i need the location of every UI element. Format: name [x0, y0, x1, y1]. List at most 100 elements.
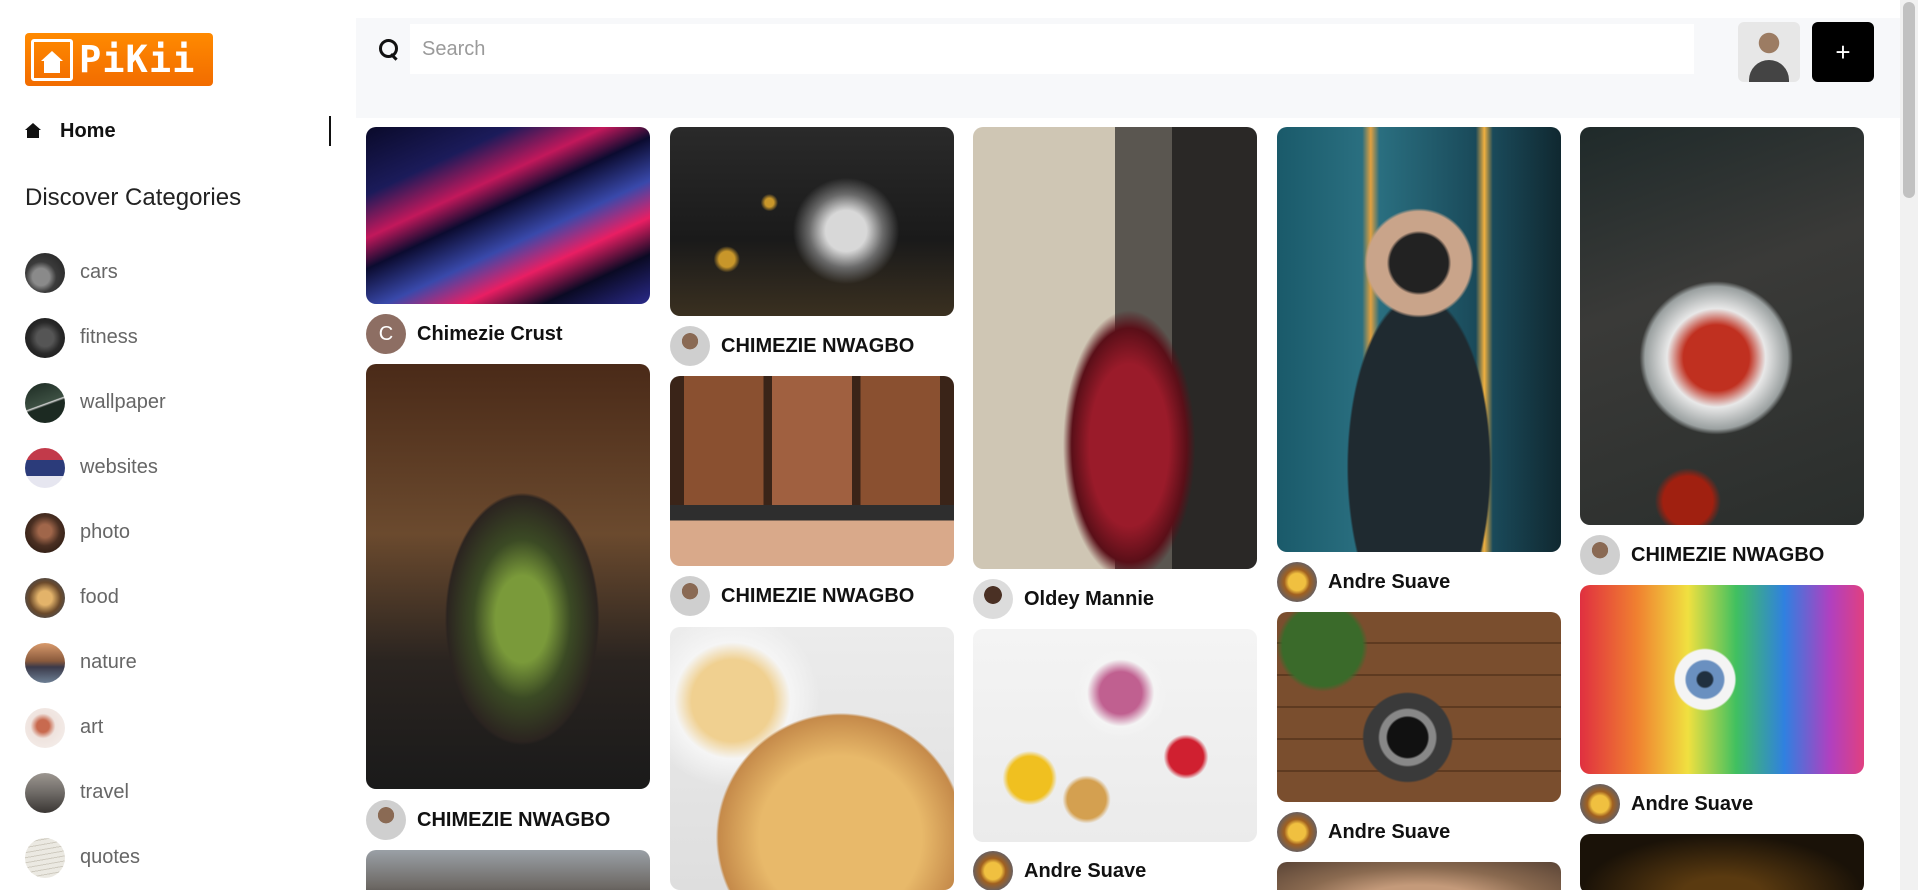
- author-name: Oldey Mannie: [1024, 587, 1155, 610]
- author-avatar: [670, 576, 710, 616]
- pin-image[interactable]: [366, 850, 650, 890]
- websites-thumbnail: [25, 447, 65, 488]
- pin-author[interactable]: CHIMEZIE NWAGBO: [670, 576, 914, 616]
- author-name: Andre Suave: [1328, 570, 1451, 593]
- pin-card[interactable]: [1580, 127, 1864, 525]
- author-name: CHIMEZIE NWAGBO: [1631, 543, 1825, 566]
- search-icon[interactable]: [378, 38, 400, 60]
- pin-image[interactable]: [670, 627, 954, 890]
- author-avatar: [1277, 812, 1317, 852]
- category-item-fitness[interactable]: fitness: [25, 305, 166, 370]
- home-label: Home: [60, 119, 116, 142]
- scrollbar-thumb[interactable]: [1903, 2, 1915, 198]
- category-item-wallpaper[interactable]: wallpaper: [25, 370, 166, 435]
- category-label: wallpaper: [80, 391, 166, 413]
- pin-author[interactable]: C Chimezie Crust: [366, 314, 563, 354]
- author-name: Chimezie Crust: [417, 322, 563, 345]
- pin-author[interactable]: CHIMEZIE NWAGBO: [366, 800, 610, 840]
- pin-card[interactable]: [366, 127, 650, 304]
- search-input[interactable]: [410, 24, 1694, 74]
- category-label: quotes: [80, 846, 141, 868]
- category-item-art[interactable]: art: [25, 695, 166, 760]
- pin-card[interactable]: [670, 376, 954, 566]
- pin-image[interactable]: [1580, 127, 1864, 525]
- author-name: Andre Suave: [1024, 859, 1147, 882]
- categories-heading: Discover Categories: [25, 184, 242, 211]
- user-profile-avatar[interactable]: [1738, 22, 1800, 82]
- category-label: cars: [80, 261, 118, 283]
- author-name: CHIMEZIE NWAGBO: [417, 808, 611, 831]
- active-indicator: [329, 116, 331, 146]
- pin-image[interactable]: [1277, 862, 1561, 890]
- category-item-food[interactable]: food: [25, 565, 166, 630]
- pin-image[interactable]: [1580, 585, 1864, 774]
- pin-card[interactable]: [670, 627, 954, 890]
- author-avatar: C: [366, 314, 406, 354]
- category-item-nature[interactable]: nature: [25, 630, 166, 695]
- pin-author[interactable]: Andre Suave: [1277, 562, 1450, 602]
- category-list: cars fitness wallpaper websites photo fo…: [25, 240, 166, 890]
- pin-image[interactable]: [1277, 127, 1561, 552]
- author-avatar: [366, 800, 406, 840]
- author-avatar: [973, 579, 1013, 619]
- category-label: fitness: [80, 326, 138, 348]
- category-label: art: [80, 716, 104, 738]
- search-bar: [372, 24, 1694, 74]
- pin-card[interactable]: [973, 629, 1257, 842]
- page-scrollbar[interactable]: [1900, 0, 1918, 890]
- pin-card[interactable]: [366, 364, 650, 789]
- nature-thumbnail: [25, 642, 65, 683]
- pin-card[interactable]: [1580, 585, 1864, 774]
- category-item-quotes[interactable]: quotes: [25, 825, 166, 890]
- author-avatar: [1277, 562, 1317, 602]
- category-item-websites[interactable]: websites: [25, 435, 166, 500]
- pin-image[interactable]: [670, 376, 954, 566]
- create-pin-button[interactable]: +: [1812, 22, 1874, 82]
- fitness-thumbnail: [25, 317, 65, 358]
- pin-image[interactable]: [1277, 612, 1561, 802]
- author-avatar: [670, 326, 710, 366]
- pin-card[interactable]: [973, 127, 1257, 569]
- author-avatar: [973, 851, 1013, 890]
- pin-card[interactable]: [1277, 127, 1561, 552]
- home-icon: [25, 123, 41, 139]
- pin-card[interactable]: [366, 850, 650, 890]
- quotes-thumbnail: [25, 837, 65, 878]
- author-name: CHIMEZIE NWAGBO: [721, 584, 915, 607]
- pin-image[interactable]: [1580, 834, 1864, 890]
- pin-author[interactable]: Andre Suave: [1277, 812, 1450, 852]
- pin-card[interactable]: [670, 127, 954, 316]
- food-thumbnail: [25, 577, 65, 618]
- pin-image[interactable]: [366, 127, 650, 304]
- category-label: nature: [80, 651, 137, 673]
- pin-author[interactable]: Oldey Mannie: [973, 579, 1154, 619]
- category-label: websites: [80, 456, 158, 478]
- pin-image[interactable]: [366, 364, 650, 789]
- author-name: CHIMEZIE NWAGBO: [721, 334, 915, 357]
- sidebar: PiKii Home Discover Categories cars fitn…: [0, 0, 356, 890]
- pin-author[interactable]: CHIMEZIE NWAGBO: [1580, 535, 1824, 575]
- pin-image[interactable]: [973, 127, 1257, 569]
- pin-card[interactable]: [1277, 612, 1561, 802]
- wallpaper-thumbnail: [25, 382, 65, 423]
- category-item-travel[interactable]: travel: [25, 760, 166, 825]
- logo-house-icon: [31, 38, 73, 81]
- category-label: travel: [80, 781, 129, 803]
- pin-card[interactable]: [1277, 862, 1561, 890]
- category-item-photo[interactable]: photo: [25, 500, 166, 565]
- pin-image[interactable]: [973, 629, 1257, 842]
- photo-thumbnail: [25, 512, 65, 553]
- pin-author[interactable]: Andre Suave: [1580, 784, 1753, 824]
- pin-author[interactable]: CHIMEZIE NWAGBO: [670, 326, 914, 366]
- pin-image[interactable]: [670, 127, 954, 316]
- pin-author[interactable]: Andre Suave: [973, 851, 1146, 890]
- category-item-cars[interactable]: cars: [25, 240, 166, 305]
- pin-card[interactable]: [1580, 834, 1864, 890]
- art-thumbnail: [25, 707, 65, 748]
- pikii-logo[interactable]: PiKii: [25, 33, 213, 86]
- sidebar-item-home[interactable]: Home: [25, 116, 331, 146]
- top-bar: +: [356, 18, 1914, 118]
- category-label: food: [80, 586, 119, 608]
- author-avatar: [1580, 784, 1620, 824]
- logo-text: PiKii: [79, 38, 196, 81]
